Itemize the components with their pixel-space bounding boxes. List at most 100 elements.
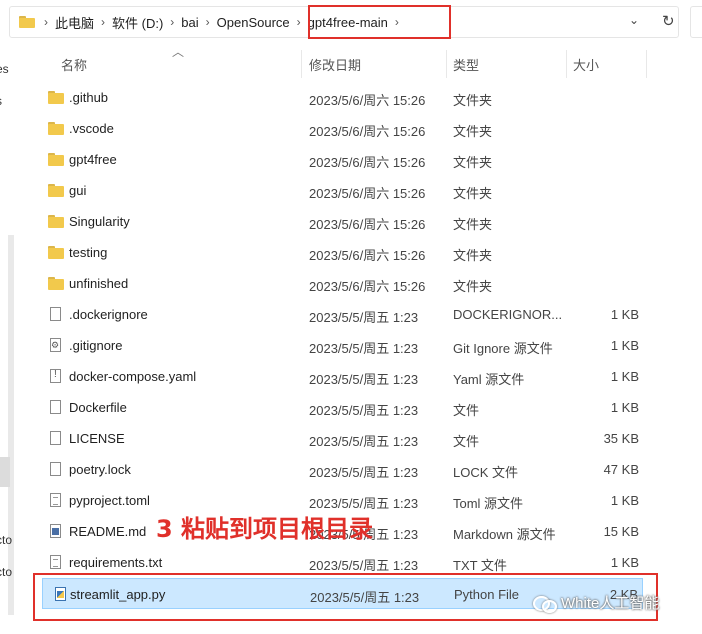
table-row[interactable]: poetry.lock 2023/5/5/周五 1:23 LOCK 文件 47 … bbox=[38, 454, 644, 485]
file-name: requirements.txt bbox=[69, 555, 163, 570]
file-type: 文件夹 bbox=[453, 155, 493, 170]
file-type: Git Ignore 源文件 bbox=[453, 341, 553, 356]
file-name: .gitignore bbox=[69, 338, 123, 353]
file-size: 1 KB bbox=[610, 307, 639, 322]
file-type: Toml 源文件 bbox=[453, 496, 524, 511]
table-row[interactable]: .github 2023/5/6/周六 15:26 文件夹 bbox=[38, 82, 644, 113]
file-date: 2023/5/6/周六 15:26 bbox=[309, 217, 426, 232]
file-name: pyproject.toml bbox=[69, 493, 150, 508]
file-type: DOCKERIGNOR... bbox=[453, 307, 563, 322]
folder-icon bbox=[48, 90, 64, 106]
address-dropdown-icon[interactable]: ⌄ bbox=[629, 13, 639, 27]
file-type: Yaml 源文件 bbox=[453, 372, 525, 387]
chevron-right-icon[interactable]: › bbox=[294, 15, 304, 29]
file-name: poetry.lock bbox=[69, 462, 131, 477]
column-header-type[interactable]: 类型 bbox=[453, 50, 479, 78]
folder-icon bbox=[48, 152, 64, 168]
navigation-pane: es s cto cto bbox=[0, 45, 14, 634]
table-row[interactable]: gui 2023/5/6/周六 15:26 文件夹 bbox=[38, 175, 644, 206]
breadcrumb-drive-d[interactable]: 软件 (D:) bbox=[108, 13, 167, 32]
table-row[interactable]: .vscode 2023/5/6/周六 15:26 文件夹 bbox=[38, 113, 644, 144]
breadcrumb-opensource[interactable]: OpenSource bbox=[213, 15, 294, 30]
table-row[interactable]: .dockerignore 2023/5/5/周五 1:23 DOCKERIGN… bbox=[38, 299, 644, 330]
nav-item-fragment[interactable]: cto bbox=[0, 533, 12, 547]
file-size: 1 KB bbox=[610, 369, 639, 384]
sort-ascending-icon: ︿ bbox=[172, 45, 185, 59]
folder-icon bbox=[48, 214, 64, 230]
watermark-text: White人工智能 bbox=[561, 595, 660, 612]
file-date: 2023/5/6/周六 15:26 bbox=[309, 124, 426, 139]
file-name: unfinished bbox=[69, 276, 129, 291]
column-header-date[interactable]: 修改日期 bbox=[309, 50, 361, 78]
file-name: README.md bbox=[69, 524, 147, 539]
file-icon bbox=[50, 431, 61, 445]
text-file-icon bbox=[50, 493, 61, 507]
file-date: 2023/5/6/周六 15:26 bbox=[309, 248, 426, 263]
column-divider[interactable] bbox=[566, 50, 567, 78]
chevron-right-icon[interactable]: › bbox=[203, 15, 213, 29]
file-type: 文件夹 bbox=[453, 217, 493, 232]
nav-scrollbar[interactable] bbox=[8, 235, 14, 615]
file-date: 2023/5/6/周六 15:26 bbox=[309, 155, 426, 170]
file-type: 文件夹 bbox=[453, 279, 493, 294]
file-date: 2023/5/5/周五 1:23 bbox=[309, 465, 419, 480]
breadcrumb-bai[interactable]: bai bbox=[177, 15, 202, 30]
table-row[interactable]: unfinished 2023/5/6/周六 15:26 文件夹 bbox=[38, 268, 644, 299]
text-file-icon bbox=[50, 555, 61, 569]
file-name: gui bbox=[69, 183, 87, 198]
column-divider[interactable] bbox=[446, 50, 447, 78]
file-date: 2023/5/5/周五 1:23 bbox=[309, 434, 419, 449]
chevron-right-icon[interactable]: › bbox=[167, 15, 177, 29]
folder-icon bbox=[19, 16, 35, 28]
file-date: 2023/5/6/周六 15:26 bbox=[309, 279, 426, 294]
nav-item-fragment[interactable]: cto bbox=[0, 565, 12, 579]
breadcrumb-this-pc[interactable]: 此电脑 bbox=[51, 13, 98, 32]
column-header-name[interactable]: 名称 bbox=[61, 50, 87, 78]
column-divider[interactable] bbox=[646, 50, 647, 78]
file-name: LICENSE bbox=[69, 431, 125, 446]
file-type: TXT 文件 bbox=[453, 558, 507, 573]
search-box[interactable] bbox=[690, 6, 702, 38]
file-type: 文件夹 bbox=[453, 124, 493, 139]
chevron-right-icon[interactable]: › bbox=[98, 15, 108, 29]
watermark: White人工智能 bbox=[533, 592, 659, 613]
table-row[interactable]: .gitignore 2023/5/5/周五 1:23 Git Ignore 源… bbox=[38, 330, 644, 361]
exclamation-file-icon bbox=[50, 369, 61, 383]
column-header-size[interactable]: 大小 bbox=[573, 50, 599, 78]
file-name: .vscode bbox=[69, 121, 114, 136]
file-icon bbox=[50, 462, 61, 476]
table-row[interactable]: gpt4free 2023/5/6/周六 15:26 文件夹 bbox=[38, 144, 644, 175]
chat-bubbles-icon bbox=[533, 594, 557, 613]
file-size: 1 KB bbox=[610, 400, 639, 415]
nav-item-fragment[interactable]: s bbox=[0, 94, 2, 108]
file-type: Markdown 源文件 bbox=[453, 527, 556, 542]
nav-selected-item[interactable] bbox=[0, 457, 10, 487]
file-date: 2023/5/5/周五 1:23 bbox=[309, 310, 419, 325]
refresh-icon[interactable]: ↻ bbox=[662, 12, 675, 30]
table-row[interactable]: Dockerfile 2023/5/5/周五 1:23 文件 1 KB bbox=[38, 392, 644, 423]
file-date: 2023/5/6/周六 15:26 bbox=[309, 93, 426, 108]
file-name: .dockerignore bbox=[69, 307, 148, 322]
file-type: 文件夹 bbox=[453, 186, 493, 201]
file-size: 35 KB bbox=[603, 431, 639, 446]
file-size: 1 KB bbox=[610, 338, 639, 353]
file-name: testing bbox=[69, 245, 108, 260]
file-date: 2023/5/5/周五 1:23 bbox=[309, 341, 419, 356]
file-date: 2023/5/6/周六 15:26 bbox=[309, 186, 426, 201]
table-row[interactable]: docker-compose.yaml 2023/5/5/周五 1:23 Yam… bbox=[38, 361, 644, 392]
file-size: 47 KB bbox=[603, 462, 639, 477]
column-divider[interactable] bbox=[301, 50, 302, 78]
table-row[interactable]: testing 2023/5/6/周六 15:26 文件夹 bbox=[38, 237, 644, 268]
gear-file-icon bbox=[50, 338, 61, 352]
annotation-label: 3 粘贴到项目根目录 bbox=[156, 515, 374, 543]
file-name: gpt4free bbox=[69, 152, 117, 167]
file-size: 1 KB bbox=[610, 555, 639, 570]
file-size: 1 KB bbox=[610, 493, 639, 508]
nav-item-fragment[interactable]: es bbox=[0, 62, 9, 76]
chevron-right-icon[interactable]: › bbox=[41, 15, 51, 29]
file-size: 15 KB bbox=[603, 524, 639, 539]
folder-icon bbox=[48, 245, 64, 261]
file-type: 文件 bbox=[453, 434, 480, 449]
table-row[interactable]: LICENSE 2023/5/5/周五 1:23 文件 35 KB bbox=[38, 423, 644, 454]
table-row[interactable]: Singularity 2023/5/6/周六 15:26 文件夹 bbox=[38, 206, 644, 237]
